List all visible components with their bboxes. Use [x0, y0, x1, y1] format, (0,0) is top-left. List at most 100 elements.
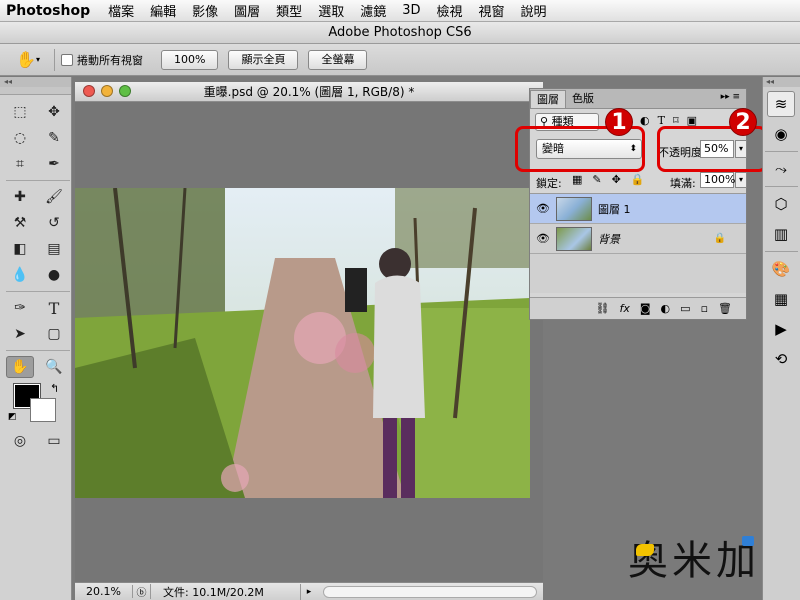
- quick-selection-tool-icon[interactable]: ✎: [40, 127, 68, 149]
- eye-icon[interactable]: 👁: [530, 202, 556, 215]
- new-group-icon[interactable]: ▭: [680, 302, 690, 315]
- color-swatches: ↰ ◩: [6, 382, 70, 426]
- tools-panel: ◂◂ ⬚ ✥ ◌ ✎ ⌗ ✒ ✚ 🖌 ⚒ ↺ ◧ ▤ 💧 ● ✑ T ➤ ▢ ✋…: [0, 77, 72, 600]
- fill-screen-button[interactable]: 全螢幕: [308, 49, 368, 70]
- logo-blue-mark: [742, 536, 754, 546]
- new-layer-icon[interactable]: ▫: [701, 302, 708, 315]
- trash-icon[interactable]: 🗑: [718, 302, 732, 315]
- document-profile-icon[interactable]: ⓑ: [133, 584, 151, 599]
- minimize-window-button[interactable]: [101, 85, 113, 97]
- layers-footer: ⛓ fx ◙ ◐ ▭ ▫ 🗑: [530, 297, 746, 319]
- screen-mode-icon[interactable]: ▭: [40, 430, 68, 452]
- type-tool-icon[interactable]: T: [40, 297, 68, 319]
- lock-icon: 🔒: [713, 233, 726, 244]
- brush-tool-icon[interactable]: 🖌: [40, 186, 68, 208]
- fill-dropdown-icon[interactable]: ▾: [735, 172, 747, 188]
- default-colors-icon[interactable]: ◩: [8, 412, 17, 422]
- lock-transparency-icon[interactable]: ▦: [572, 173, 582, 186]
- eye-icon[interactable]: 👁: [530, 232, 556, 245]
- lock-all-icon[interactable]: 🔒: [631, 173, 645, 186]
- swap-colors-icon[interactable]: ↰: [50, 382, 59, 395]
- menu-layer[interactable]: 圖層: [234, 1, 260, 20]
- history-brush-tool-icon[interactable]: ↺: [40, 212, 68, 234]
- app-menu[interactable]: Photoshop: [6, 3, 90, 19]
- path-selection-tool-icon[interactable]: ➤: [6, 323, 34, 345]
- adjustment-layer-icon[interactable]: ◐: [661, 302, 671, 315]
- menu-edit[interactable]: 編輯: [150, 1, 176, 20]
- tab-layers[interactable]: 圖層: [530, 90, 566, 108]
- layer-row[interactable]: 👁 背景 🔒: [530, 224, 746, 254]
- menu-type[interactable]: 類型: [276, 1, 302, 20]
- tab-channels[interactable]: 色版: [566, 90, 600, 108]
- document-title-bar[interactable]: 重曝.psd @ 20.1% (圖層 1, RGB/8) *: [75, 82, 543, 102]
- divider: [765, 186, 798, 187]
- fill-label: 填滿:: [670, 177, 696, 190]
- panel-grip[interactable]: [0, 87, 71, 95]
- adjustment-filter-icon[interactable]: ◐: [640, 114, 650, 127]
- channels-panel-icon[interactable]: ◉: [767, 121, 795, 147]
- layer-row[interactable]: 👁 圖層 1: [530, 194, 746, 224]
- color-panel-icon[interactable]: 🎨: [767, 256, 795, 282]
- dodge-tool-icon[interactable]: ●: [40, 264, 68, 286]
- lock-image-icon[interactable]: ✎: [592, 173, 601, 186]
- pen-tool-icon[interactable]: ✑: [6, 297, 34, 319]
- 3d-panel-icon[interactable]: ⬡: [767, 191, 795, 217]
- zoom-tool-icon[interactable]: 🔍: [40, 356, 68, 378]
- zoom-level[interactable]: 20.1%: [75, 585, 133, 598]
- canvas-area[interactable]: [75, 102, 543, 582]
- menu-file[interactable]: 檔案: [108, 1, 134, 20]
- layer-style-icon[interactable]: fx: [619, 302, 629, 315]
- layer-name: 背景: [598, 232, 620, 246]
- fill-input[interactable]: 100%: [700, 172, 735, 188]
- menu-filter[interactable]: 濾鏡: [360, 1, 386, 20]
- layer-thumbnail: [556, 226, 592, 251]
- menu-3d[interactable]: 3D: [402, 3, 420, 18]
- panel-menu-icon[interactable]: ▸▸ ≡: [721, 92, 740, 102]
- paths-panel-icon[interactable]: ⤳: [767, 156, 795, 182]
- quick-mask-icon[interactable]: ◎: [6, 430, 34, 452]
- layers-panel-icon[interactable]: ≋: [767, 91, 795, 117]
- collapse-icon[interactable]: ◂◂: [0, 77, 71, 87]
- menu-image[interactable]: 影像: [192, 1, 218, 20]
- menu-view[interactable]: 檢視: [437, 1, 463, 20]
- scroll-all-checkbox[interactable]: [61, 53, 73, 66]
- marquee-tool-icon[interactable]: ⬚: [6, 101, 34, 123]
- actions-panel-icon[interactable]: ▶: [767, 316, 795, 342]
- menu-help[interactable]: 說明: [521, 1, 547, 20]
- history-panel-icon[interactable]: ⟲: [767, 346, 795, 372]
- add-mask-icon[interactable]: ◙: [640, 302, 651, 315]
- eraser-tool-icon[interactable]: ◧: [6, 238, 34, 260]
- chevron-down-icon: ▾: [35, 55, 40, 64]
- gradient-tool-icon[interactable]: ▤: [40, 238, 68, 260]
- properties-panel-icon[interactable]: ▥: [767, 221, 795, 247]
- lock-icons: ▦ ✎ ✥ 🔒: [572, 173, 645, 186]
- swatches-panel-icon[interactable]: ▦: [767, 286, 795, 312]
- layers-panel: 圖層 色版 ▸▸ ≡ ⚲ 種類 ◐ T ⌑ ▣ 變暗 ⬍ 不透明度: 50% ▾…: [529, 88, 747, 320]
- crop-tool-icon[interactable]: ⌗: [6, 153, 34, 175]
- shape-tool-icon[interactable]: ▢: [40, 323, 68, 345]
- hand-tool-icon[interactable]: ✋: [6, 356, 34, 378]
- collapse-icon[interactable]: ◂◂: [763, 77, 800, 87]
- blur-tool-icon[interactable]: 💧: [6, 264, 34, 286]
- menu-window[interactable]: 視窗: [479, 1, 505, 20]
- divider: [6, 180, 70, 181]
- horizontal-scrollbar[interactable]: [323, 585, 537, 598]
- link-layers-icon[interactable]: ⛓: [596, 302, 610, 315]
- document-window: 重曝.psd @ 20.1% (圖層 1, RGB/8) * 20.1% ⓑ 文…: [75, 82, 543, 600]
- status-menu-icon[interactable]: ▸: [301, 587, 317, 597]
- lasso-tool-icon[interactable]: ◌: [6, 127, 34, 149]
- close-window-button[interactable]: [83, 85, 95, 97]
- zoom-window-button[interactable]: [119, 85, 131, 97]
- divider: [54, 48, 55, 71]
- move-tool-icon[interactable]: ✥: [40, 101, 68, 123]
- actual-pixels-button[interactable]: 100%: [161, 49, 219, 70]
- hand-tool-preset[interactable]: ✋ ▾: [8, 48, 48, 72]
- eyedropper-tool-icon[interactable]: ✒: [40, 153, 68, 175]
- lock-position-icon[interactable]: ✥: [612, 173, 621, 186]
- divider: [6, 291, 70, 292]
- background-color-swatch[interactable]: [30, 398, 56, 422]
- menu-select[interactable]: 選取: [318, 1, 344, 20]
- fit-screen-button[interactable]: 顯示全頁: [228, 49, 299, 70]
- clone-stamp-tool-icon[interactable]: ⚒: [6, 212, 34, 234]
- healing-brush-tool-icon[interactable]: ✚: [6, 186, 34, 208]
